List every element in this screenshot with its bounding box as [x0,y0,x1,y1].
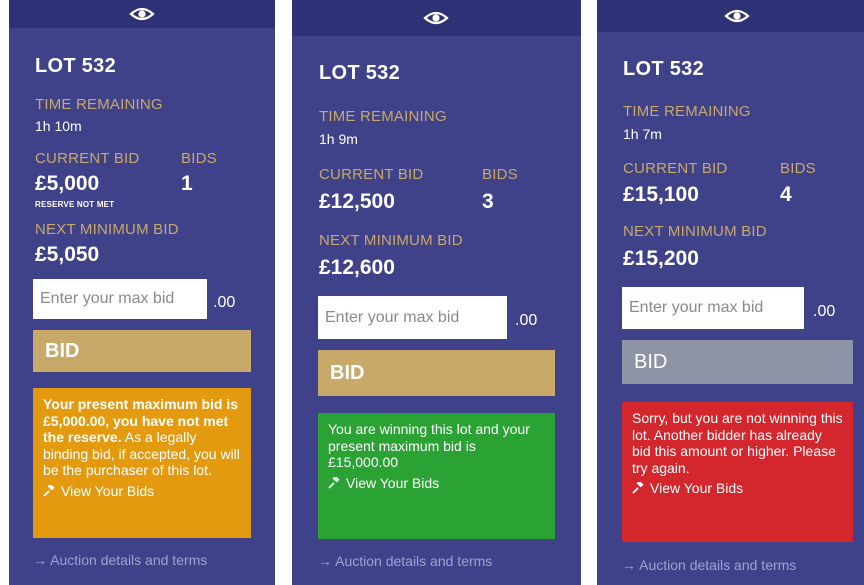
next-minimum-bid-label: NEXT MINIMUM BID [623,223,767,240]
message-text: You are winning this lot and your presen… [328,421,530,470]
next-minimum-bid-label: NEXT MINIMUM BID [35,221,179,238]
auction-hammer-icon [43,484,55,497]
auction-hammer-icon [328,476,340,489]
reserve-status: RESERVE NOT MET [35,200,115,209]
bid-status-message: Your present maximum bid is £5,000.00, y… [33,388,251,538]
panel-header-bar [597,0,864,32]
current-bid-value: £15,100 [623,183,699,206]
bid-button[interactable]: BID [622,340,853,384]
time-remaining-value: 1h 9m [319,131,358,147]
bid-panel-2: LOT 532 TIME REMAINING 1h 9m CURRENT BID… [292,0,581,585]
bid-cents-suffix: .00 [515,312,538,329]
auction-details-link[interactable]: → Auction details and terms [33,552,207,568]
bids-label: BIDS [181,150,217,167]
current-bid-value: £5,000 [35,172,100,195]
next-minimum-bid-label: NEXT MINIMUM BID [319,232,463,249]
current-bid-label: CURRENT BID [35,150,140,167]
lot-number: LOT 532 [623,58,705,80]
bid-button[interactable]: BID [318,350,555,396]
auction-hammer-icon [632,482,644,494]
view-your-bids-link[interactable]: View Your Bids [328,475,545,492]
current-bid-value: £12,500 [319,190,395,213]
bids-count: 1 [181,172,193,195]
bid-panel-1: LOT 532 TIME REMAINING 1h 10m CURRENT BI… [9,0,275,585]
bid-button-label: BID [330,361,365,384]
next-minimum-bid-value: £15,200 [623,247,699,270]
max-bid-input[interactable] [622,287,804,329]
bid-button-label: BID [45,339,80,362]
auction-details-link[interactable]: → Auction details and terms [318,553,492,569]
view-your-bids-link[interactable]: View Your Bids [632,480,843,497]
bid-cents-suffix: .00 [213,294,236,311]
view-your-bids-label: View Your Bids [61,482,155,499]
next-minimum-bid-value: £5,050 [35,243,100,266]
bid-status-message: Sorry, but you are not winning this lot.… [622,402,853,542]
eye-icon[interactable] [423,8,449,28]
bids-label: BIDS [482,166,518,183]
bid-panel-3: LOT 532 TIME REMAINING 1h 7m CURRENT BID… [597,0,864,585]
current-bid-label: CURRENT BID [623,160,728,177]
next-minimum-bid-value: £12,600 [319,256,395,279]
eye-icon[interactable] [129,4,155,24]
bid-button[interactable]: BID [33,330,251,372]
lot-number: LOT 532 [319,62,401,84]
lot-number: LOT 532 [35,55,117,77]
bid-status-message: You are winning this lot and your presen… [318,413,555,539]
auction-details-link[interactable]: → Auction details and terms [622,557,796,573]
bids-label: BIDS [780,160,816,177]
view-your-bids-link[interactable]: View Your Bids [43,483,241,500]
bids-count: 3 [482,190,494,213]
view-your-bids-label: View Your Bids [346,474,440,491]
bid-cents-suffix: .00 [813,303,836,320]
time-remaining-value: 1h 10m [35,118,82,134]
time-remaining-value: 1h 7m [623,126,662,142]
bids-count: 4 [780,183,792,206]
view-your-bids-label: View Your Bids [650,480,744,496]
eye-icon[interactable] [724,6,750,26]
panel-header-bar [292,0,581,36]
max-bid-input[interactable] [318,296,507,339]
panel-header-bar [9,0,275,28]
message-text: Sorry, but you are not winning this lot.… [632,410,843,476]
bid-button-label: BID [634,350,668,373]
time-remaining-label: TIME REMAINING [623,103,751,120]
max-bid-input[interactable] [33,279,207,319]
time-remaining-label: TIME REMAINING [319,108,447,125]
time-remaining-label: TIME REMAINING [35,96,163,113]
current-bid-label: CURRENT BID [319,166,424,183]
